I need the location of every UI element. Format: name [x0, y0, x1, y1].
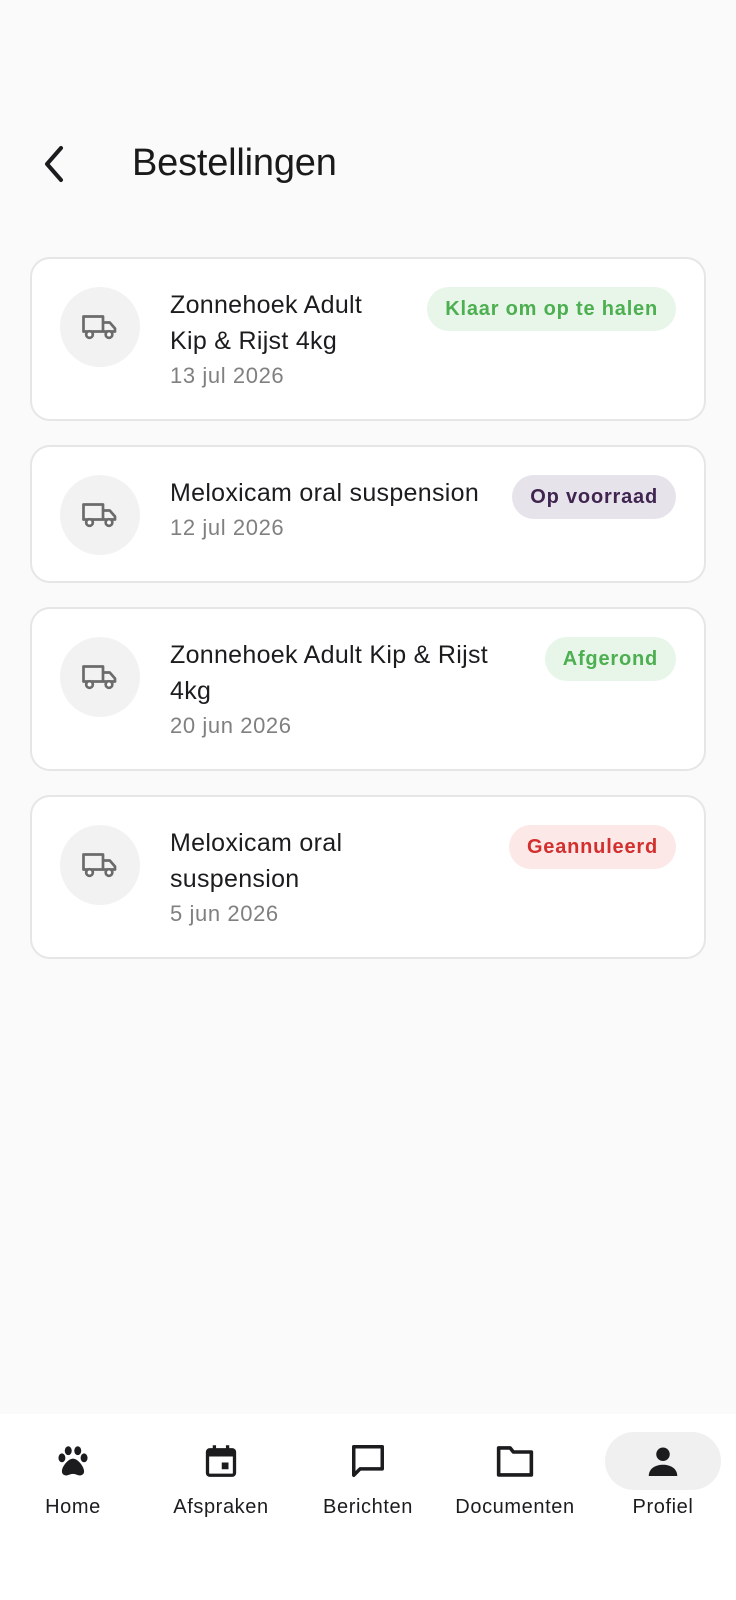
person-icon: [648, 1447, 678, 1476]
nav-item-documenten[interactable]: Documenten: [445, 1432, 585, 1528]
order-name-line: Kip & Rijst 4kg: [170, 327, 338, 355]
app-header: Bestellingen: [0, 130, 736, 202]
order-date: 20 jun 2026: [170, 713, 292, 738]
nav-label: Profiel: [632, 1496, 694, 1518]
truck-icon: [82, 503, 117, 528]
order-card[interactable]: Zonnehoek Adult Kip & Rijst 4kg 13 jul 2…: [30, 257, 706, 421]
truck-icon: [82, 665, 117, 690]
paw-icon: [58, 1446, 88, 1476]
order-card[interactable]: Meloxicam oral suspension 5 jun 2026 Gea…: [30, 795, 706, 959]
order-name-line: Zonnehoek Adult Kip & Rijst: [170, 641, 488, 669]
order-icon-container: [60, 637, 140, 717]
nav-icon-container: [457, 1432, 573, 1490]
order-name: Meloxicam oral suspension: [170, 825, 342, 897]
order-name: Meloxicam oral suspension: [170, 475, 479, 511]
nav-label: Afspraken: [173, 1496, 269, 1518]
truck-icon: [82, 853, 117, 878]
status-badge: Geannuleerd: [508, 825, 676, 869]
nav-icon-container: [15, 1432, 131, 1490]
order-date: 5 jun 2026: [170, 901, 279, 926]
bottom-navigation: Home Afspraken Berichten Documenten Prof…: [0, 1414, 736, 1600]
chevron-left-icon: [45, 146, 63, 182]
order-date: 13 jul 2026: [170, 363, 285, 388]
orders-list: Zonnehoek Adult Kip & Rijst 4kg 13 jul 2…: [30, 257, 706, 983]
order-name-line: 4kg: [170, 677, 212, 705]
order-name: Zonnehoek Adult Kip & Rijst 4kg: [170, 637, 488, 709]
order-icon-container: [60, 475, 140, 555]
nav-label: Berichten: [323, 1496, 413, 1518]
nav-icon-container: [163, 1432, 279, 1490]
nav-item-home[interactable]: Home: [3, 1432, 143, 1528]
nav-label: Home: [45, 1496, 101, 1518]
order-icon-container: [60, 825, 140, 905]
order-icon-container: [60, 287, 140, 367]
calendar-icon: [205, 1445, 237, 1477]
nav-item-berichten[interactable]: Berichten: [298, 1432, 438, 1528]
message-icon: [352, 1445, 384, 1477]
back-button[interactable]: [30, 140, 78, 188]
order-name-line: Meloxicam oral suspension: [170, 479, 480, 507]
order-date: 12 jul 2026: [170, 515, 285, 540]
page-title: Bestellingen: [132, 142, 337, 184]
nav-item-afspraken[interactable]: Afspraken: [151, 1432, 291, 1528]
nav-icon-container: [605, 1432, 721, 1490]
status-badge: Klaar om op te halen: [427, 287, 676, 331]
folder-icon: [496, 1446, 534, 1477]
status-badge: Afgerond: [544, 637, 676, 681]
truck-icon: [82, 315, 117, 340]
order-name-line: Zonnehoek Adult: [170, 291, 363, 319]
order-name-line: suspension: [170, 865, 300, 893]
nav-icon-container: [310, 1432, 426, 1490]
order-card[interactable]: Meloxicam oral suspension 12 jul 2026 Op…: [30, 445, 706, 583]
nav-item-profiel[interactable]: Profiel: [593, 1432, 733, 1528]
order-name: Zonnehoek Adult Kip & Rijst 4kg: [170, 287, 362, 359]
status-badge: Op voorraad: [512, 475, 676, 519]
order-card[interactable]: Zonnehoek Adult Kip & Rijst 4kg 20 jun 2…: [30, 607, 706, 771]
order-name-line: Meloxicam oral: [170, 829, 343, 857]
nav-label: Documenten: [455, 1496, 575, 1518]
